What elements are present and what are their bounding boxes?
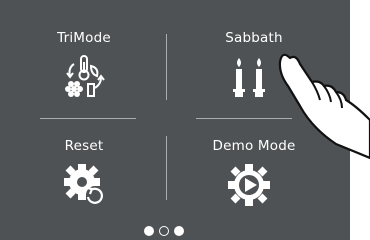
trimode-icon [65, 55, 105, 97]
reset-label: Reset [64, 138, 104, 154]
horizontal-divider-left [40, 118, 136, 119]
vertical-divider-top [166, 34, 167, 100]
gear-reset-icon [64, 164, 104, 204]
page-dot-1[interactable] [144, 226, 154, 236]
reset-button[interactable]: Reset [0, 118, 168, 240]
page-dot-3[interactable] [174, 226, 184, 236]
trimode-label: TriMode [57, 30, 111, 46]
page-dot-2-current[interactable] [159, 226, 169, 236]
vertical-divider-bottom [166, 136, 167, 200]
gear-play-icon [228, 164, 270, 206]
pointing-hand-illustration [278, 53, 370, 160]
page-indicator[interactable] [144, 226, 184, 236]
trimode-button[interactable]: TriMode [0, 0, 168, 118]
